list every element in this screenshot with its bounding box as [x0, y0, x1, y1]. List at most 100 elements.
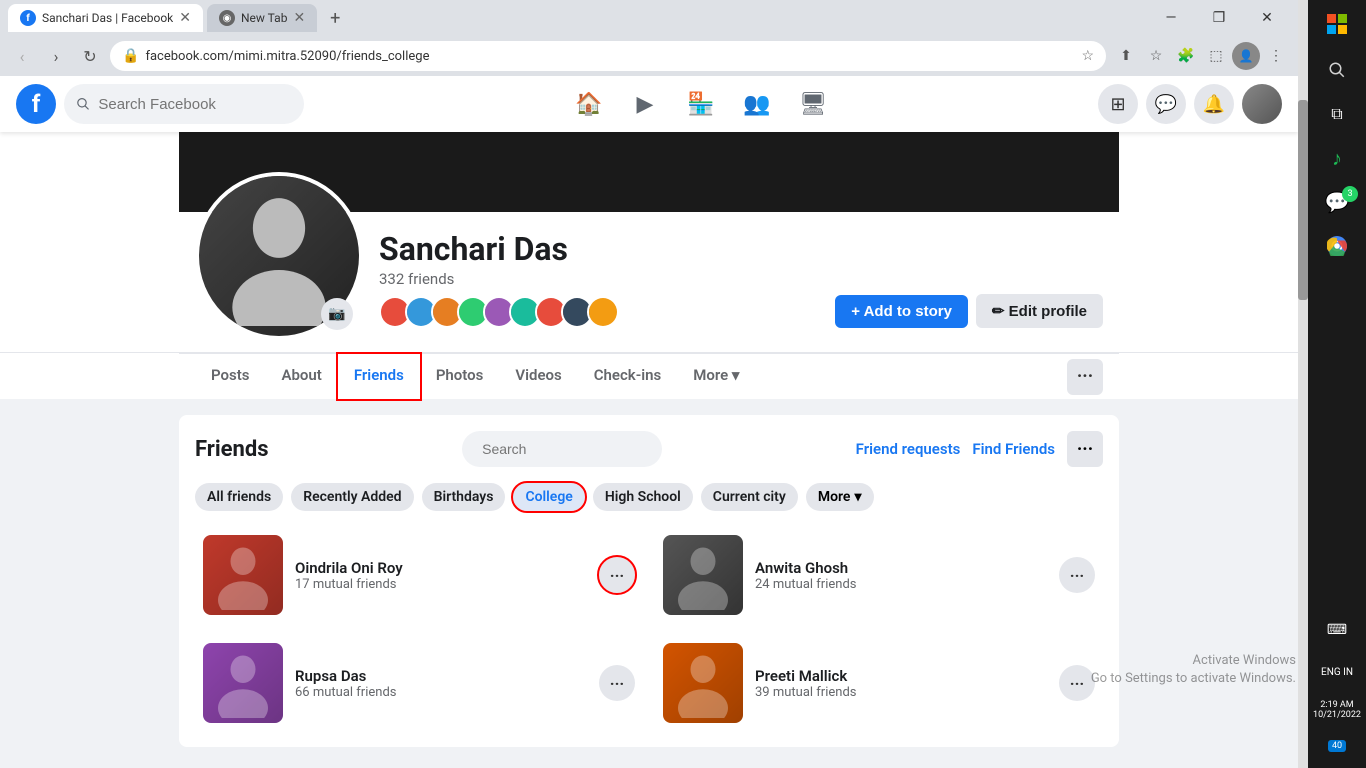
profile-nav-border: Posts About Friends Photos Videos Check-…	[0, 352, 1298, 399]
star-icon[interactable]: ☆	[1142, 42, 1170, 70]
tab-videos[interactable]: Videos	[499, 354, 577, 399]
friends-section-title: Friends	[195, 437, 269, 462]
tab-more[interactable]: More ▾	[677, 354, 755, 399]
subtab-birthdays[interactable]: Birthdays	[422, 483, 506, 511]
friends-section: Friends Friend requests Find Friends ···…	[179, 415, 1119, 747]
keyboard-icon[interactable]: ⌨	[1308, 608, 1366, 652]
friend-card-avatar-4	[663, 643, 743, 723]
friend-more-button-2[interactable]: ···	[1059, 557, 1095, 593]
subtab-all-friends[interactable]: All friends	[195, 483, 283, 511]
subtab-recently-added[interactable]: Recently Added	[291, 483, 413, 511]
edit-profile-button[interactable]: ✏ Edit profile	[976, 294, 1103, 328]
friends-header-more-button[interactable]: ···	[1067, 431, 1103, 467]
notification-count: 40	[1328, 740, 1346, 752]
chrome-icon[interactable]	[1308, 224, 1366, 268]
taskbar-bottom: ⌨ ENG IN 2:19 AM 10/21/2022 40	[1308, 608, 1366, 768]
subtab-high-school[interactable]: High School	[593, 483, 693, 511]
facebook-content: f 🏠 ▶ 🏪 👥 🖥 ⊞ 💬 🔔	[0, 76, 1298, 768]
tab-facebook-close[interactable]: ✕	[179, 10, 191, 26]
fb-nav-right: ⊞ 💬 🔔	[1098, 84, 1282, 124]
profile-nav-tabs: Posts About Friends Photos Videos Check-…	[179, 353, 1119, 399]
whatsapp-icon[interactable]: 💬 3	[1308, 180, 1366, 224]
friend-card-info-3: Rupsa Das 66 mutual friends	[295, 667, 587, 700]
clock: 2:19 AM	[1320, 700, 1353, 710]
notification-icon[interactable]: 40	[1308, 724, 1366, 768]
taskview-icon[interactable]: ⧉	[1308, 92, 1366, 136]
friend-card-name-2: Anwita Ghosh	[755, 559, 1047, 577]
friend-card-4: Preeti Mallick 39 mutual friends ···	[655, 635, 1103, 731]
menu-icon[interactable]: ⋮	[1262, 42, 1290, 70]
language-indicator[interactable]: ENG IN	[1308, 652, 1366, 696]
subtab-college[interactable]: College	[513, 483, 584, 511]
friend-card-avatar-3	[203, 643, 283, 723]
search-taskbar-icon[interactable]	[1308, 48, 1366, 92]
fb-search-bar[interactable]	[64, 84, 304, 124]
minimize-button[interactable]: —	[1148, 4, 1194, 32]
spotify-icon[interactable]: ♪	[1308, 136, 1366, 180]
page-scrollbar[interactable]	[1298, 0, 1308, 768]
profile-friends-count: 332 friends	[379, 270, 819, 288]
friends-search-input[interactable]	[482, 441, 663, 457]
browser-profile-avatar[interactable]: 👤	[1232, 42, 1260, 70]
friends-actions: Friend requests Find Friends ···	[856, 431, 1103, 467]
nav-marketplace-icon[interactable]: 🏪	[677, 80, 725, 128]
friend-requests-link[interactable]: Friend requests	[856, 440, 961, 458]
close-button[interactable]: ✕	[1244, 4, 1290, 32]
title-bar: f Sanchari Das | Facebook ✕ ◉ New Tab ✕ …	[0, 0, 1298, 36]
system-tray: 2:19 AM 10/21/2022	[1308, 696, 1366, 724]
tab-newtab[interactable]: ◉ New Tab ✕	[207, 4, 317, 32]
extensions-icon[interactable]: 🧩	[1172, 42, 1200, 70]
friend-card-2: Anwita Ghosh 24 mutual friends ···	[655, 527, 1103, 623]
url-text: facebook.com/mimi.mitra.52090/friends_co…	[145, 49, 1075, 64]
friend-card-avatar-1	[203, 535, 283, 615]
change-avatar-button[interactable]: 📷	[321, 298, 353, 330]
tab-friends[interactable]: Friends	[338, 354, 420, 399]
tab-newtab-close[interactable]: ✕	[293, 10, 305, 26]
nav-groups-icon[interactable]: 👥	[733, 80, 781, 128]
profile-actions: + Add to story ✏ Edit profile	[835, 294, 1103, 340]
friend-card-3: Rupsa Das 66 mutual friends ···	[195, 635, 643, 731]
tab-about[interactable]: About	[265, 354, 337, 399]
friends-subtabs: All friends Recently Added Birthdays Col…	[195, 483, 1103, 511]
share-icon[interactable]: ⬆	[1112, 42, 1140, 70]
pip-icon[interactable]: ⬚	[1202, 42, 1230, 70]
profile-avatar-wrapper: 📷	[195, 172, 363, 340]
friend-card-menu-4: ···	[1059, 665, 1095, 701]
tab-facebook[interactable]: f Sanchari Das | Facebook ✕	[8, 4, 203, 32]
new-tab-button[interactable]: +	[321, 4, 349, 32]
whatsapp-badge: 3	[1342, 186, 1358, 202]
subtab-more-button[interactable]: More ▾	[806, 483, 874, 511]
notifications-icon[interactable]: 🔔	[1194, 84, 1234, 124]
windows-icon[interactable]	[1308, 0, 1366, 48]
friend-card-menu-2: ···	[1059, 557, 1095, 593]
tab-checkins[interactable]: Check-ins	[578, 354, 677, 399]
refresh-button[interactable]: ↻	[76, 42, 104, 70]
friend-more-button-3[interactable]: ···	[599, 665, 635, 701]
nav-gaming-icon[interactable]: 🖥	[789, 80, 837, 128]
friend-more-button-1[interactable]: ···	[599, 557, 635, 593]
find-friends-link[interactable]: Find Friends	[972, 440, 1055, 458]
maximize-button[interactable]: ❐	[1196, 4, 1242, 32]
nav-video-icon[interactable]: ▶	[621, 80, 669, 128]
friend-card-name-3: Rupsa Das	[295, 667, 587, 685]
back-button[interactable]: ‹	[8, 42, 36, 70]
tab-posts[interactable]: Posts	[195, 354, 265, 399]
nav-home-icon[interactable]: 🏠	[565, 80, 613, 128]
friend-avatars-row	[379, 296, 819, 328]
fb-search-input[interactable]	[98, 96, 292, 113]
subtab-current-city[interactable]: Current city	[701, 483, 798, 511]
bookmark-icon[interactable]: ☆	[1081, 48, 1094, 64]
profile-nav-options-button[interactable]: ···	[1067, 359, 1103, 395]
user-avatar-nav[interactable]	[1242, 84, 1282, 124]
add-to-story-button[interactable]: + Add to story	[835, 295, 968, 328]
friend-avatar-9	[587, 296, 619, 328]
friends-search-box[interactable]	[462, 431, 662, 467]
messenger-icon[interactable]: 💬	[1146, 84, 1186, 124]
fb-logo[interactable]: f	[16, 84, 56, 124]
tab-photos[interactable]: Photos	[420, 354, 500, 399]
scroll-thumb[interactable]	[1298, 100, 1308, 300]
friend-more-button-4[interactable]: ···	[1059, 665, 1095, 701]
url-bar[interactable]: 🔒 facebook.com/mimi.mitra.52090/friends_…	[110, 41, 1106, 71]
apps-icon[interactable]: ⊞	[1098, 84, 1138, 124]
forward-button[interactable]: ›	[42, 42, 70, 70]
